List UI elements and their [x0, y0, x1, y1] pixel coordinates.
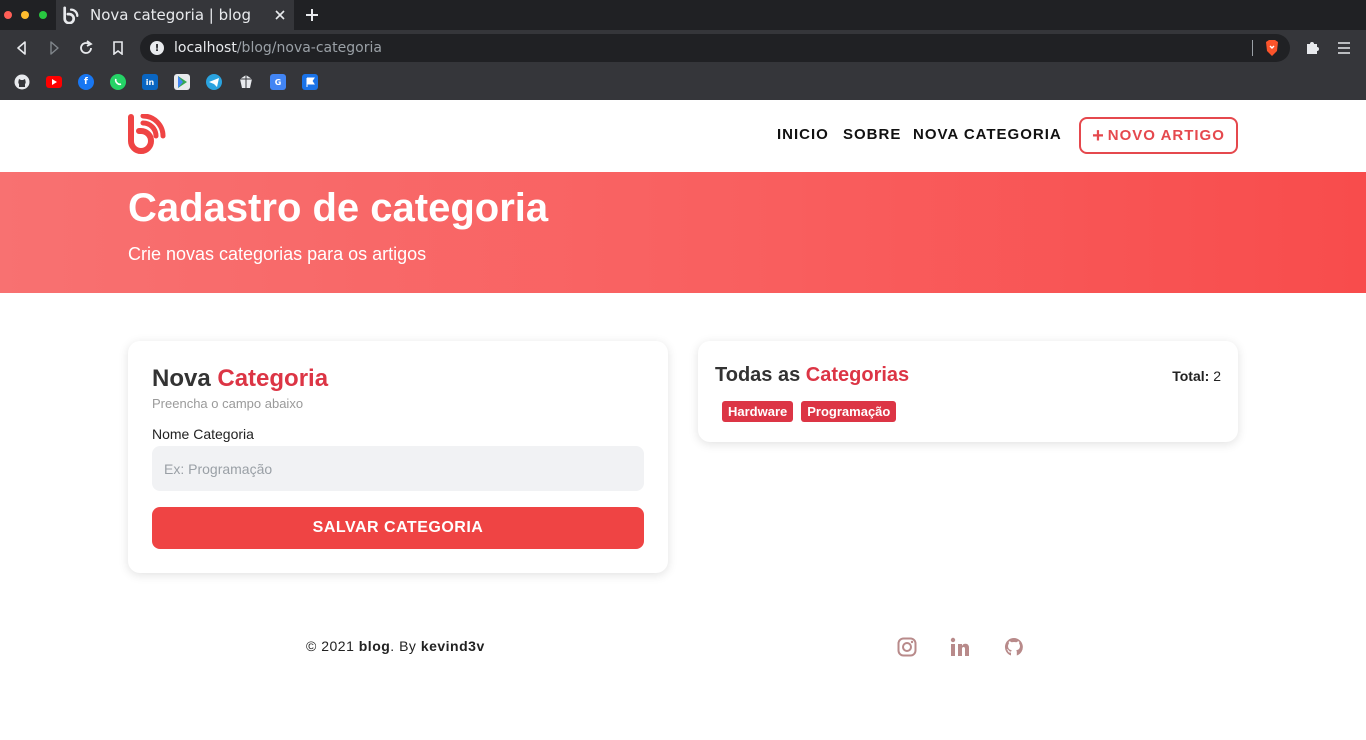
flag-icon[interactable] — [302, 74, 318, 90]
youtube-icon[interactable] — [46, 76, 62, 88]
telegram-icon[interactable] — [206, 74, 222, 90]
instagram-icon[interactable] — [897, 637, 917, 657]
github-icon[interactable] — [14, 74, 30, 90]
window-close-dot[interactable] — [4, 11, 12, 19]
crystal-icon[interactable] — [238, 74, 254, 90]
site-info-icon[interactable]: ! — [150, 41, 164, 55]
whatsapp-icon[interactable] — [110, 74, 126, 90]
facebook-icon[interactable]: f — [78, 74, 94, 90]
nav-link-sobre[interactable]: SOBRE — [843, 126, 901, 143]
forward-icon[interactable] — [44, 38, 64, 58]
linkedin-icon[interactable] — [950, 637, 970, 657]
all-categories-title-prefix: Todas as — [715, 364, 806, 386]
blog-logo-icon[interactable] — [127, 113, 167, 154]
new-tab-plus-icon[interactable] — [302, 5, 322, 25]
site-navbar: INICIO SOBRE NOVA CATEGORIA + NOVO ARTIG… — [0, 100, 1366, 172]
tab-close-icon[interactable] — [272, 7, 288, 23]
category-tag[interactable]: Hardware — [722, 401, 794, 422]
window-maximize-dot[interactable] — [39, 11, 47, 19]
footer-by: . By — [390, 638, 421, 654]
nav-link-nova-categoria[interactable]: NOVA CATEGORIA — [913, 126, 1062, 143]
page-header-banner: Cadastro de categoria Crie novas categor… — [0, 172, 1366, 293]
url-path: /blog/nova-categoria — [236, 40, 382, 56]
page-subtitle: Crie novas categorias para os artigos — [128, 244, 427, 264]
nav-link-inicio[interactable]: INICIO — [777, 126, 829, 143]
footer-copyright: © 2021 blog. By kevind3v — [306, 638, 485, 654]
back-icon[interactable] — [12, 38, 32, 58]
browser-toolbar: ! localhost/blog/nova-categoria — [0, 30, 1366, 66]
new-category-title: Nova Categoria — [152, 365, 328, 393]
blog-favicon-icon — [62, 6, 80, 24]
page-title: Cadastro de categoria — [128, 186, 549, 230]
google-play-icon[interactable] — [174, 74, 190, 90]
new-category-card: Nova Categoria Preencha o campo abaixo N… — [128, 341, 668, 573]
form-hint: Preencha o campo abaixo — [152, 396, 304, 411]
reload-icon[interactable] — [76, 38, 96, 58]
linkedin-icon[interactable]: in — [142, 74, 158, 90]
bookmarks-bar: f in G — [0, 66, 1366, 100]
save-category-button[interactable]: SALVAR CATEGORIA — [152, 507, 644, 549]
extensions-puzzle-icon[interactable] — [1302, 38, 1322, 58]
github-icon[interactable] — [1004, 637, 1024, 657]
brave-shield-icon[interactable] — [1264, 39, 1280, 57]
bookmark-icon[interactable] — [108, 38, 128, 58]
all-categories-title-accent: Categorias — [805, 364, 910, 386]
plus-icon: + — [1092, 124, 1105, 147]
categories-total-value: 2 — [1213, 368, 1221, 384]
category-name-label: Nome Categoria — [152, 426, 254, 442]
address-bar[interactable]: ! localhost/blog/nova-categoria — [140, 34, 1290, 62]
url-host: localhost — [174, 40, 237, 56]
window-minimize-dot[interactable] — [21, 11, 29, 19]
all-categories-title: Todas as Categorias — [715, 364, 909, 387]
new-category-title-accent: Categoria — [217, 365, 329, 392]
google-translate-icon[interactable]: G — [270, 74, 286, 90]
tab-title: Nova categoria | blog — [90, 6, 251, 24]
footer-author[interactable]: kevind3v — [421, 638, 485, 654]
all-categories-card: Todas as Categorias Total: 2 Hardware Pr… — [698, 341, 1238, 442]
category-tag[interactable]: Programação — [801, 401, 897, 422]
page-content: INICIO SOBRE NOVA CATEGORIA + NOVO ARTIG… — [0, 100, 1366, 740]
novo-artigo-button[interactable]: + NOVO ARTIGO — [1079, 117, 1238, 154]
categories-total-label: Total: — [1172, 368, 1210, 384]
footer-brand: blog — [358, 638, 391, 654]
novo-artigo-label: NOVO ARTIGO — [1107, 127, 1225, 144]
address-bar-divider — [1252, 40, 1253, 56]
footer-copy-prefix: © 2021 — [306, 638, 359, 654]
category-name-input[interactable] — [152, 446, 644, 491]
categories-total: Total: 2 — [1172, 368, 1221, 384]
menu-icon[interactable] — [1334, 38, 1354, 58]
browser-tab-strip: Nova categoria | blog — [0, 0, 1366, 30]
category-tag-list: Hardware Programação — [722, 401, 897, 422]
new-category-title-prefix: Nova — [152, 365, 218, 392]
browser-tab-active[interactable]: Nova categoria | blog — [56, 0, 294, 30]
